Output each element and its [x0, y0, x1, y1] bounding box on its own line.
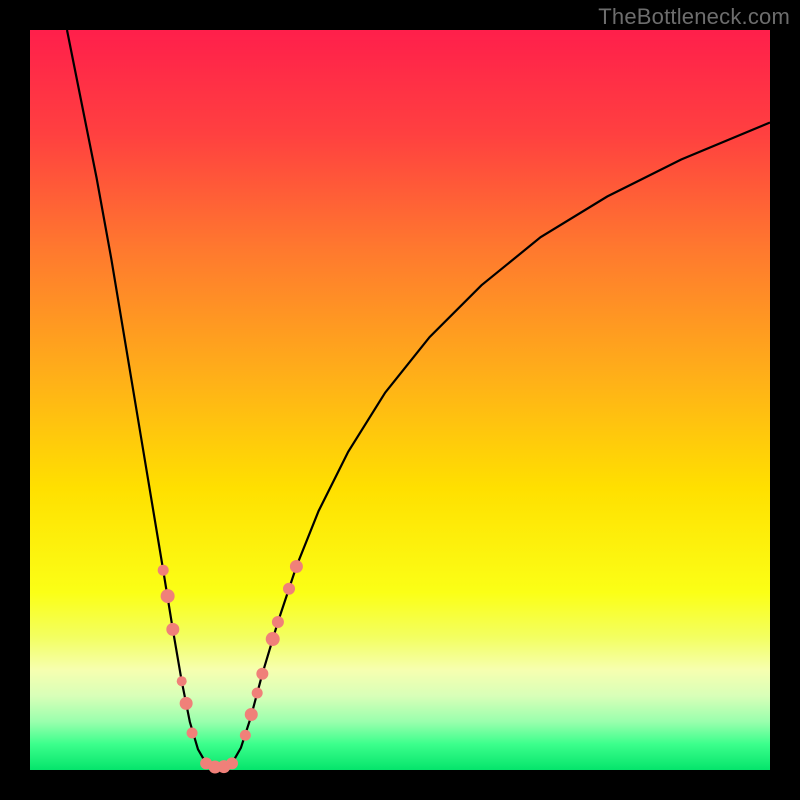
- marker-dot: [283, 583, 295, 595]
- marker-dot: [166, 623, 179, 636]
- marker-dot: [272, 616, 284, 628]
- marker-dot: [161, 589, 175, 603]
- marker-dot: [252, 688, 263, 699]
- marker-dot: [256, 668, 268, 680]
- marker-dot: [290, 560, 303, 573]
- marker-dot: [180, 697, 193, 710]
- marker-dot: [245, 708, 258, 721]
- marker-dot: [226, 757, 238, 769]
- marker-dot: [158, 565, 169, 576]
- marker-dot: [240, 730, 251, 741]
- chart-frame: TheBottleneck.com: [0, 0, 800, 800]
- marker-dot: [266, 632, 280, 646]
- marker-dot: [187, 728, 198, 739]
- watermark-label: TheBottleneck.com: [598, 4, 790, 30]
- chart-canvas: [0, 0, 800, 800]
- plot-background: [30, 30, 770, 770]
- marker-dot: [177, 676, 187, 686]
